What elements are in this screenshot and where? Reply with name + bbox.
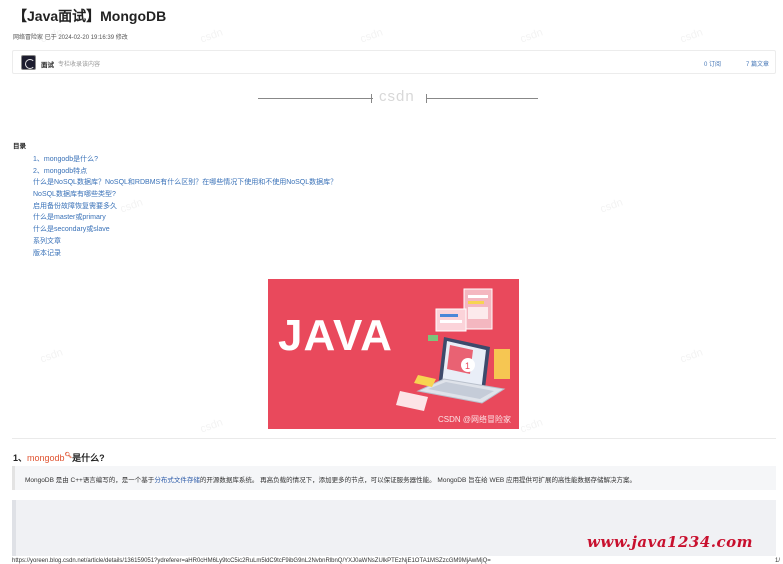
subscriber-count: 0 订阅	[703, 62, 721, 68]
intro-paragraph: MongoDB 是由 C++语言编写的，是一个基于分布式文件存储的开源数据库系统…	[25, 474, 636, 484]
post-count: 7 篇文章	[745, 62, 769, 68]
toc-item[interactable]: 什么是NoSQL数据库？NoSQL和RDBMS有什么区别？在哪些情况下使用和不使…	[33, 177, 337, 189]
watermark-tile: csdn	[198, 26, 225, 46]
svg-text:1: 1	[465, 361, 470, 371]
paragraph-text-after: 的开源数据库系统。 再高负载的情况下，添加更多的节点，可以保证服务器性能。 Mo…	[199, 477, 637, 484]
column-info-bar[interactable]: 面试 专栏收录该内容 0 订阅 7 篇文章	[12, 50, 776, 74]
site-watermark: www.java1234.com	[587, 533, 754, 551]
column-name[interactable]: 面试	[41, 59, 54, 69]
laptop-illustration: 1	[396, 288, 510, 411]
column-avatar[interactable]	[21, 55, 36, 70]
table-of-contents: 1、mongodb是什么? 2、mongodb特点 什么是NoSQL数据库？No…	[33, 154, 337, 259]
article-meta: 网络冒险家 已于 2024-02-20 19:16:39 修改	[13, 35, 128, 41]
quote-block: MongoDB 是由 C++语言编写的，是一个基于分布式文件存储的开源数据库系统…	[12, 466, 776, 490]
toc-item[interactable]: 启用备份故障恢复需要多久	[33, 201, 337, 213]
distributed-storage-link[interactable]: 分布式文件存储	[154, 477, 200, 484]
banner-watermark: CSDN @网络冒险家	[437, 415, 511, 424]
toc-item[interactable]: 系列文章	[33, 236, 337, 248]
paragraph-text-before: MongoDB 是由 C++语言编写的，是一个基于	[25, 477, 155, 484]
watermark-tile: csdn	[518, 26, 545, 46]
toc-item[interactable]: NoSQL数据库有哪些类型?	[33, 189, 337, 201]
mongodb-link[interactable]: mongodb	[27, 453, 65, 463]
watermark-tile: csdn	[198, 416, 225, 436]
toc-item[interactable]: 版本记录	[33, 248, 337, 260]
section-number: 1、	[13, 453, 28, 463]
toc-item[interactable]: 什么是secondary或slave	[33, 224, 337, 236]
column-description: 专栏收录该内容	[58, 62, 101, 68]
print-footer-page: 1/	[774, 558, 780, 564]
watermark-tile: csdn	[358, 26, 385, 46]
watermark-tile: csdn	[38, 346, 65, 366]
toc-title: 目录	[13, 143, 26, 150]
watermark-tile: csdn	[678, 26, 705, 46]
divider-line-left	[258, 98, 373, 99]
watermark-tile: csdn	[678, 346, 705, 366]
section-title-suffix: 是什么?	[72, 453, 105, 463]
section-heading: 1、mongodb🔍︎是什么?	[13, 451, 105, 464]
print-footer-url: https://yoreen.blog.csdn.net/article/det…	[12, 558, 491, 564]
java-banner-image: JAVA 1 CSDN @网络冒险家	[268, 279, 519, 429]
section-separator	[12, 438, 776, 439]
toc-item[interactable]: 1、mongodb是什么?	[33, 154, 337, 166]
csdn-logo: csdn	[379, 88, 415, 105]
watermark-tile: csdn	[518, 416, 545, 436]
divider-tick-left	[371, 94, 372, 103]
toc-item[interactable]: 什么是master或primary	[33, 212, 337, 224]
watermark-tile: csdn	[598, 196, 625, 216]
page-title: 【Java面试】MongoDB	[13, 8, 167, 24]
divider-line-right	[427, 98, 538, 99]
toc-item[interactable]: 2、mongodb特点	[33, 166, 337, 178]
